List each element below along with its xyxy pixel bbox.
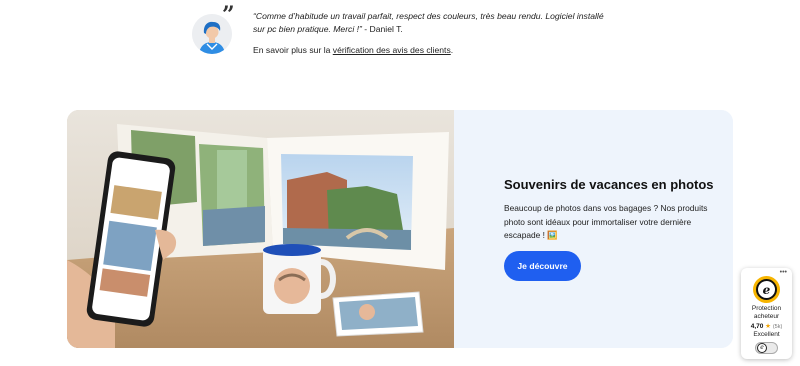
quote-mark-icon: ” [222,2,235,28]
buyer-protection-label: Protection acheteur [751,305,782,320]
rating-value: 4,70 [750,323,764,330]
verification-link[interactable]: vérification des avis des clients [333,45,451,55]
seal-letter: e [756,279,777,300]
promo-description: Beaucoup de photos dans vos bagages ? No… [504,203,708,240]
trusted-shops-badge[interactable]: ••• e Protection acheteur 4,70 ★ (5k) Ex… [741,268,792,359]
discover-button[interactable]: Je découvre [504,251,581,281]
promo-title: Souvenirs de vacances en photos [504,177,714,192]
review-verification-note: En savoir plus sur la vérification des a… [253,45,453,55]
trust-seal-icon: e [753,276,780,303]
verification-suffix: . [450,45,454,55]
promo-content: Souvenirs de vacances en photos Beaucoup… [454,110,733,348]
review-count: (5k) [772,324,783,330]
star-icon: ★ [765,323,771,330]
toggle-knob-icon: e [757,343,767,353]
badge-menu-icon[interactable]: ••• [780,269,787,276]
testimonial: ” “Comme d’habitude un travail parfait, … [192,4,613,68]
badge-toggle[interactable]: e [755,342,778,354]
review-quote: “Comme d’habitude un travail parfait, re… [253,11,604,34]
promo-image [67,110,454,348]
review-author: - Daniel T. [361,24,403,34]
rating-row: 4,70 ★ (5k) [741,323,792,331]
review-text: “Comme d’habitude un travail parfait, re… [253,10,613,36]
promo-card: Souvenirs de vacances en photos Beaucoup… [67,110,733,348]
rating-grade: Excellent [753,331,780,338]
verification-prefix: En savoir plus sur la [253,45,333,55]
